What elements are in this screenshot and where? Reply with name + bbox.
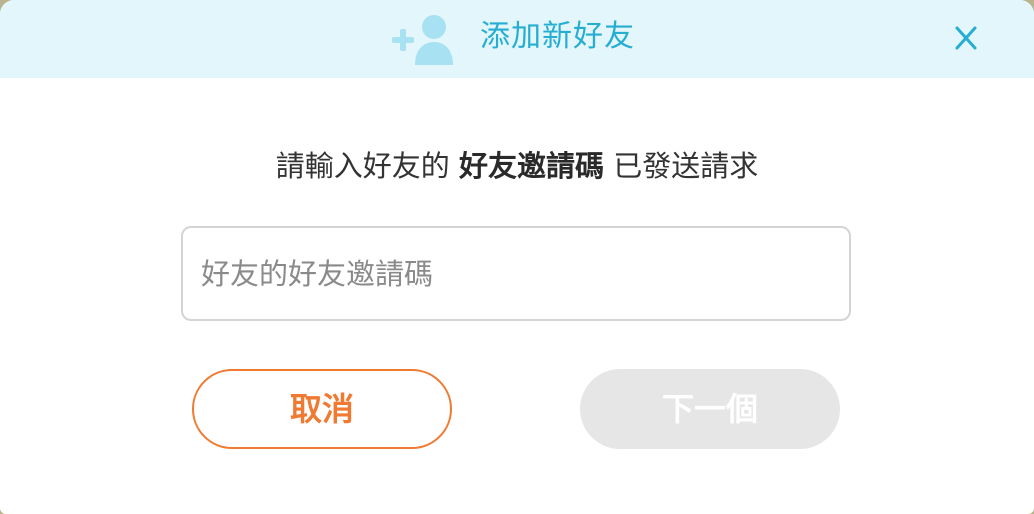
instruction-text-after: 已發送請求 <box>604 149 759 183</box>
add-user-icon <box>390 14 456 66</box>
close-icon <box>955 26 977 50</box>
instruction-text: 請輸入好友的 好友邀請碼 已發送請求 <box>0 146 1034 186</box>
next-button[interactable]: 下一個 <box>580 369 840 449</box>
cancel-button[interactable]: 取消 <box>192 369 452 449</box>
close-button[interactable] <box>950 22 982 54</box>
invite-code-input[interactable] <box>181 226 851 321</box>
dialog-header: 添加新好友 <box>0 0 1034 78</box>
instruction-text-before: 請輸入好友的 <box>275 149 459 183</box>
dialog-title: 添加新好友 <box>480 19 635 54</box>
instruction-text-highlight: 好友邀請碼 <box>458 149 604 183</box>
add-friend-dialog: 添加新好友 請輸入好友的 好友邀請碼 已發送請求 取消 下一個 <box>0 0 1034 514</box>
